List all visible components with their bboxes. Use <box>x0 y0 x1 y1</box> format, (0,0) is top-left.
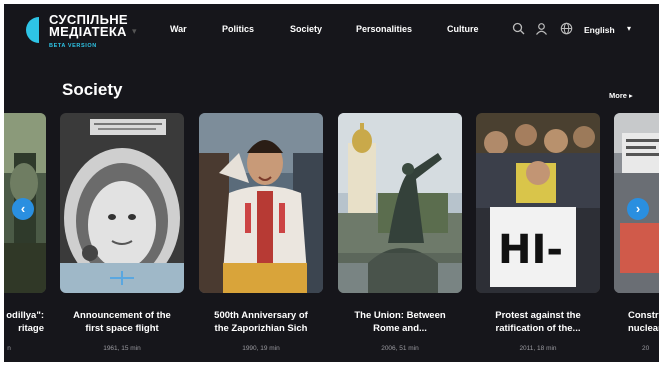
protest-sign-text: НІ- <box>498 227 563 273</box>
card-title-line-1: Announcement of the <box>73 310 171 321</box>
video-thumbnail[interactable] <box>60 113 184 293</box>
app-frame: СУСПІЛЬНЕ МЕДІАТЕКА BETA VERSION ▾ War P… <box>4 4 659 362</box>
card-title-line-1: The Union: Between <box>354 310 446 321</box>
carousel-next-button[interactable]: › <box>627 198 649 220</box>
video-thumbnail[interactable] <box>199 113 323 293</box>
card-meta: 20 <box>642 345 650 352</box>
chevron-left-icon: ‹ <box>20 201 26 216</box>
card-meta: 2006, 51 min <box>381 345 419 352</box>
more-link[interactable]: More ▸ <box>609 91 633 100</box>
nav-war[interactable]: War <box>170 24 187 34</box>
carousel-prev-button[interactable]: ‹ <box>12 198 34 220</box>
brand-logo[interactable]: СУСПІЛЬНЕ МЕДІАТЕКА BETA VERSION <box>49 13 128 52</box>
top-header: СУСПІЛЬНЕ МЕДІАТЕКА BETA VERSION ▾ War P… <box>4 4 659 56</box>
beta-badge: BETA VERSION <box>49 43 97 49</box>
card-meta: 2011, 18 min <box>519 345 557 352</box>
card-title-line-2: the Zaporizhian Sich <box>214 323 308 334</box>
card-title-line-1: 500th Anniversary of <box>214 310 308 321</box>
logo-icon[interactable] <box>26 17 44 43</box>
user-icon[interactable] <box>535 22 548 35</box>
card-meta: n <box>7 345 11 352</box>
chevron-down-icon[interactable]: ▾ <box>132 26 137 37</box>
chevron-down-icon[interactable]: ▾ <box>627 24 631 33</box>
card-title-line-1: Constr <box>628 310 659 321</box>
brand-line-2: МЕДІАТЕКА <box>49 24 127 39</box>
video-thumbnail[interactable] <box>338 113 462 293</box>
nav-politics[interactable]: Politics <box>222 24 254 34</box>
video-thumbnail[interactable]: НІ- <box>476 113 600 293</box>
card-title-line-2: first space flight <box>85 323 159 334</box>
nav-culture[interactable]: Culture <box>447 24 479 34</box>
nav-society[interactable]: Society <box>290 24 322 34</box>
section-title: Society <box>62 80 123 99</box>
search-icon[interactable] <box>512 22 525 35</box>
card-title-line-2: nuclear v <box>628 323 659 334</box>
card-title-line-1: Protest against the <box>495 310 581 321</box>
card-title-line-2: ritage <box>18 323 44 334</box>
card-title-line-1: odillya": <box>6 310 44 321</box>
card-meta: 1990, 19 min <box>242 345 280 352</box>
nav-personalities[interactable]: Personalities <box>356 24 412 34</box>
card-title-line-2: ratification of the... <box>495 323 581 334</box>
chevron-right-icon: › <box>635 201 641 216</box>
card-meta: 1961, 15 min <box>103 345 141 352</box>
language-selector[interactable]: English <box>584 25 615 35</box>
globe-icon[interactable] <box>560 22 573 35</box>
card-title-line-2: Rome and... <box>373 323 427 334</box>
